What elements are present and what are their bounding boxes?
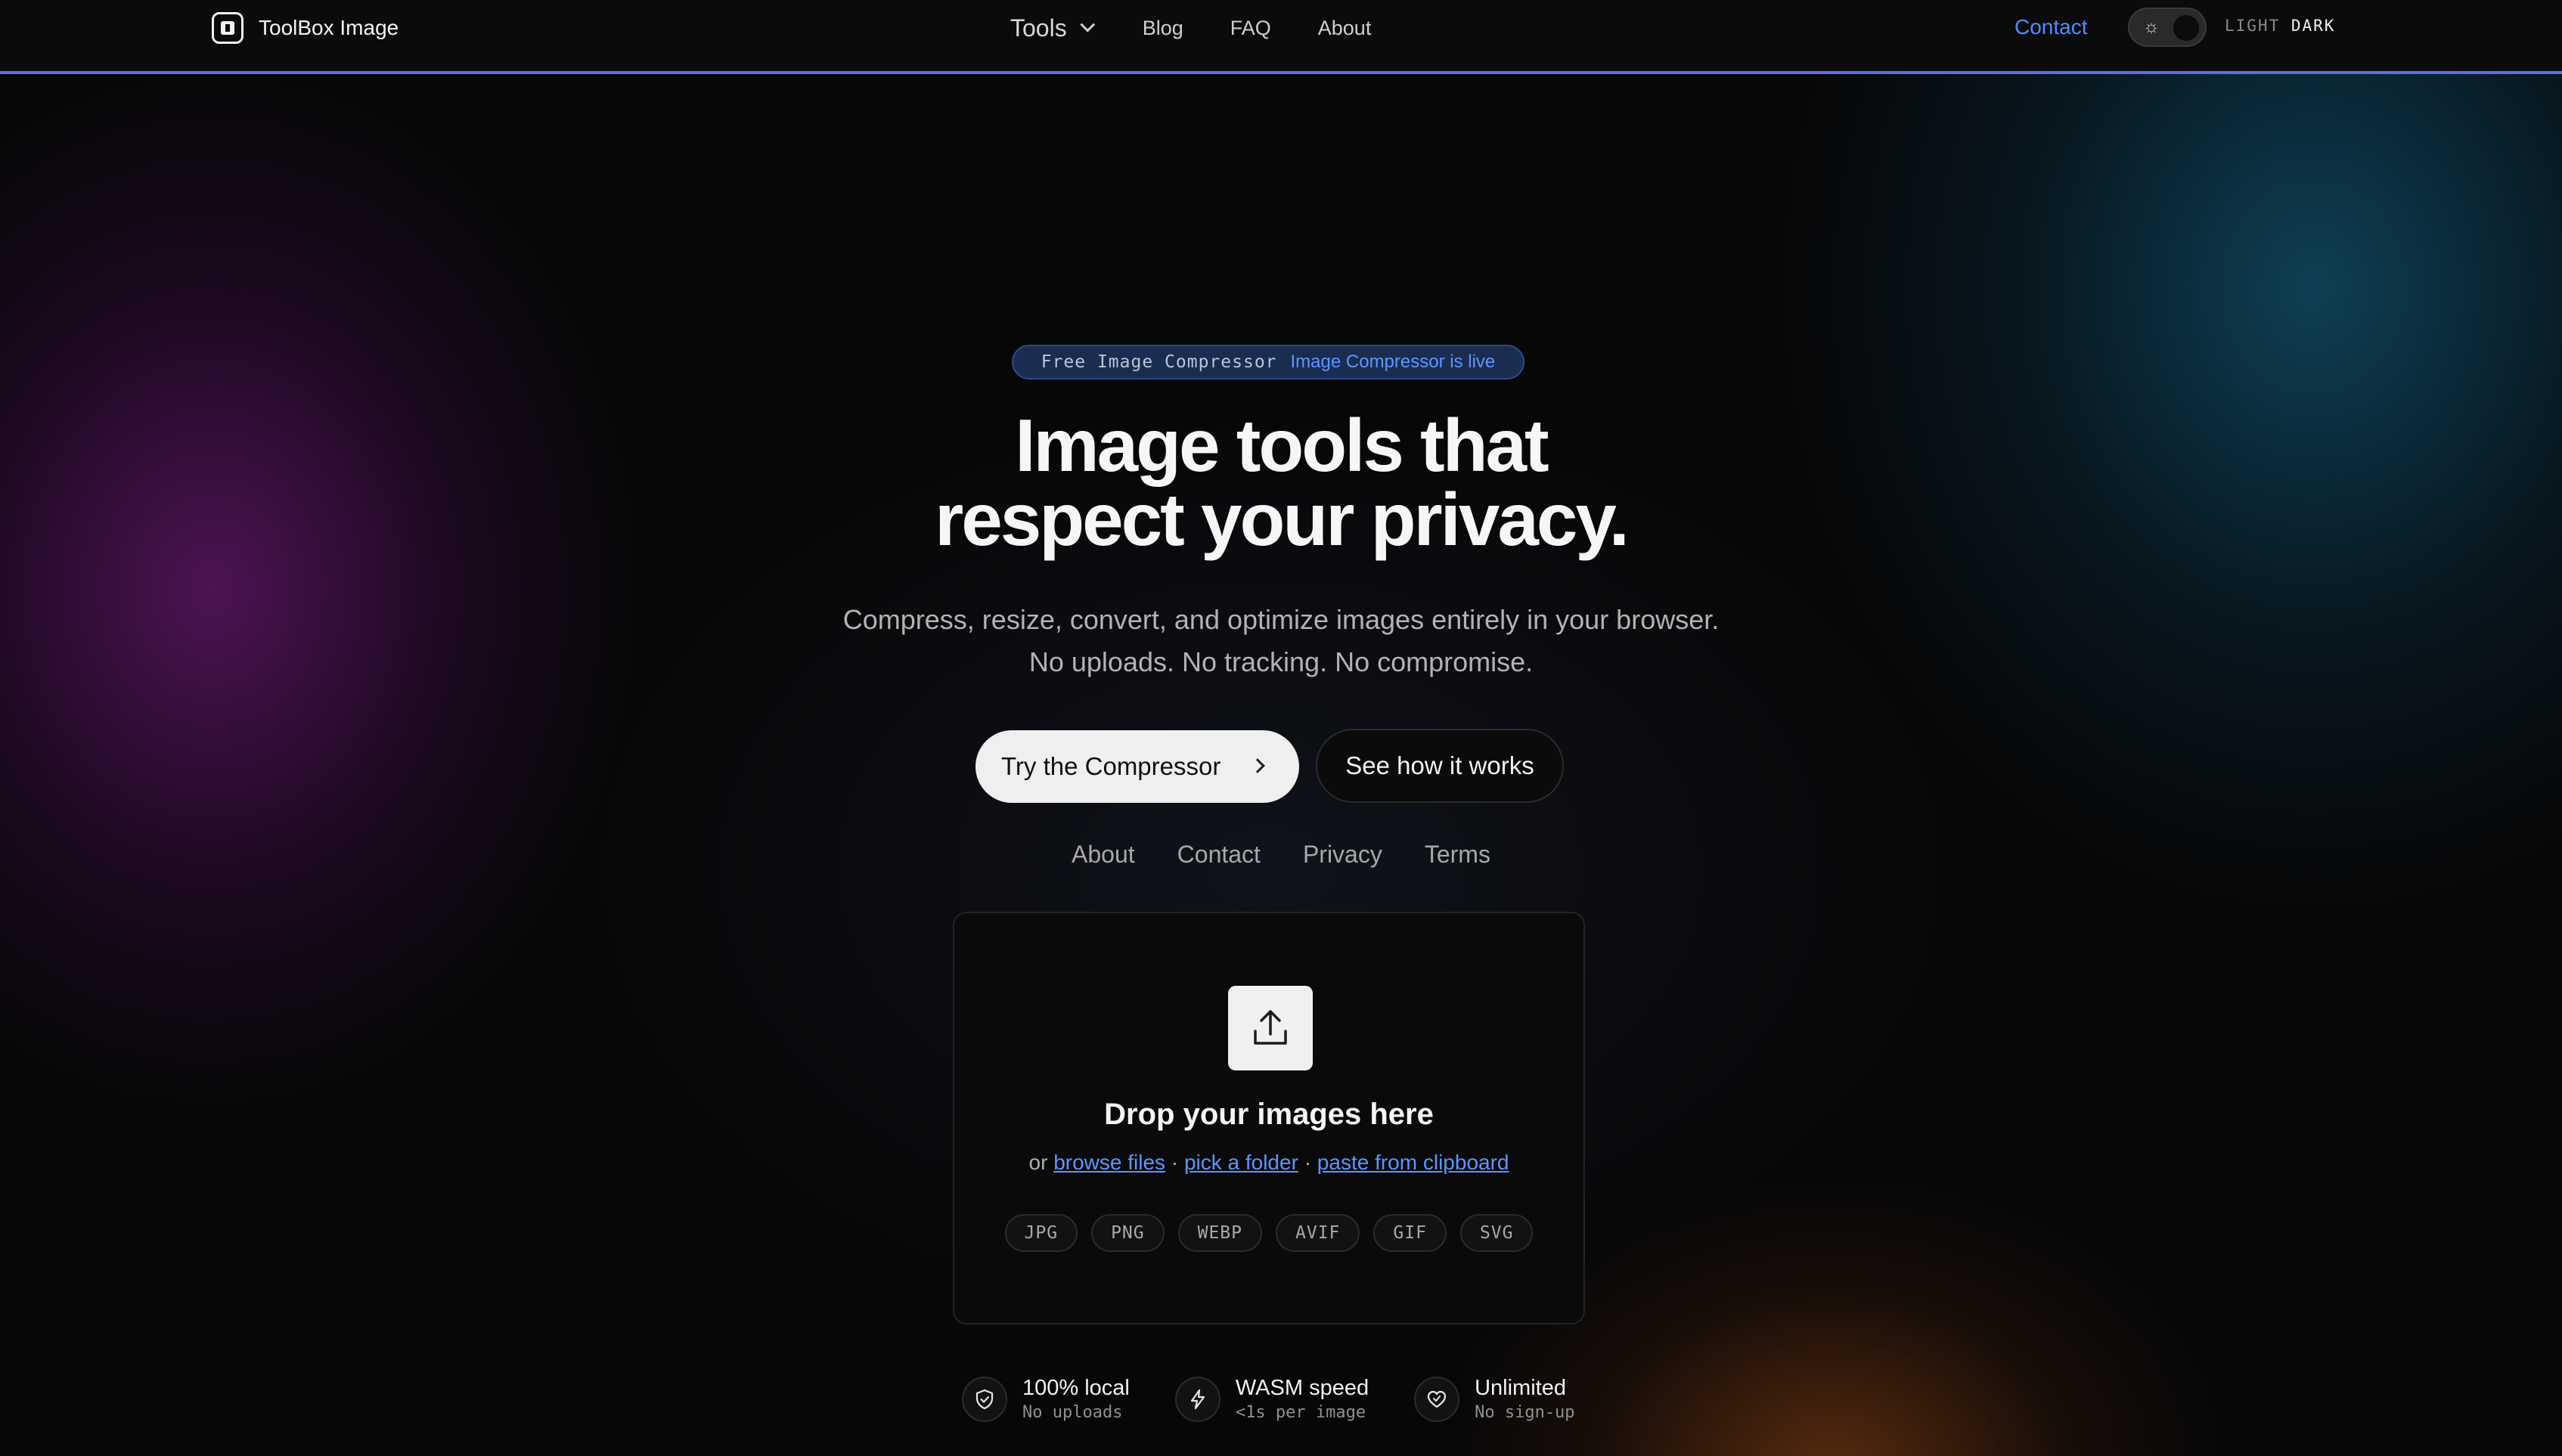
upload-icon[interactable] — [1228, 986, 1313, 1070]
theme-toggle[interactable]: ☼ — [2128, 8, 2207, 47]
main-menu: Tools Blog FAQ About — [1010, 11, 1418, 45]
feature-local: 100% local No uploads — [962, 1374, 1130, 1424]
dropzone-title: Drop your images here — [1104, 1098, 1434, 1131]
logo-icon — [212, 12, 243, 44]
toggle-knob — [2173, 15, 2199, 41]
link-contact[interactable]: Contact — [1177, 841, 1261, 869]
headline-line-1: Image tools that — [1015, 404, 1549, 487]
pill-tag: Free Image Compressor — [1041, 352, 1277, 372]
subtitle-line-2: No uploads. No tracking. No compromise. — [1028, 646, 1534, 677]
link-terms[interactable]: Terms — [1425, 841, 1490, 869]
see-how-label: See how it works — [1345, 751, 1534, 779]
tools-dropdown[interactable]: Tools — [1010, 14, 1095, 42]
tools-label: Tools — [1010, 14, 1067, 42]
feature-subtitle: <1s per image — [1235, 1403, 1366, 1422]
feature-subtitle: No uploads — [1022, 1403, 1123, 1422]
format-chip-avif: AVIF — [1276, 1214, 1360, 1252]
nav-link-faq[interactable]: FAQ — [1230, 17, 1271, 40]
mode-dark-label[interactable]: DARK — [2291, 17, 2336, 35]
announcement-pill[interactable]: Free Image Compressor Image Compressor i… — [1012, 345, 1524, 379]
paste-clipboard-link[interactable]: paste from clipboard — [1317, 1151, 1509, 1174]
nav-link-contact[interactable]: Contact — [2015, 15, 2088, 39]
feature-title: WASM speed — [1235, 1376, 1369, 1400]
separator: · — [1171, 1151, 1179, 1174]
shield-icon — [962, 1377, 1007, 1422]
feature-list: 100% local No uploads WASM speed <1s per… — [962, 1374, 1575, 1424]
feature-title: 100% local — [1022, 1376, 1130, 1400]
hero-subtitle: Compress, resize, convert, and optimize … — [0, 599, 2562, 683]
heart-icon — [1414, 1377, 1460, 1422]
hero-headline: Image tools that respect your privacy. — [0, 408, 2562, 556]
brand-name: ToolBox Image — [259, 16, 399, 39]
see-how-it-works-button[interactable]: See how it works — [1316, 729, 1564, 803]
try-compressor-button[interactable]: Try the Compressor — [975, 730, 1299, 803]
bolt-icon — [1174, 1377, 1221, 1422]
format-chip-gif: GIF — [1373, 1214, 1447, 1252]
format-chips: JPG PNG WEBP AVIF GIF SVG — [954, 1214, 1583, 1252]
feature-speed: WASM speed <1s per image — [1174, 1374, 1369, 1424]
dropzone-options: or browse files · pick a folder · paste … — [954, 1151, 1583, 1175]
image-dropzone[interactable]: Drop your images here or browse files · … — [953, 912, 1585, 1324]
try-compressor-label: Try the Compressor — [1001, 752, 1221, 780]
pick-folder-link[interactable]: pick a folder — [1184, 1151, 1298, 1174]
theme-mode-label: LIGHT DARK — [2225, 17, 2335, 35]
mode-light-label[interactable]: LIGHT — [2225, 17, 2280, 35]
format-chip-jpg: JPG — [1004, 1214, 1078, 1252]
dropzone-prefix: or — [1028, 1151, 1048, 1174]
nav-link-blog[interactable]: Blog — [1143, 17, 1183, 40]
chevron-down-icon — [1080, 17, 1095, 33]
subtitle-line-1: Compress, resize, convert, and optimize … — [842, 604, 1720, 635]
top-nav: ToolBox Image Tools Blog FAQ About Conta… — [0, 0, 2562, 74]
sun-icon: ☼ — [2143, 17, 2160, 37]
format-chip-png: PNG — [1091, 1214, 1165, 1252]
headline-line-2: respect your privacy. — [935, 478, 1630, 561]
nav-link-about[interactable]: About — [1318, 17, 1372, 40]
feature-title: Unlimited — [1475, 1376, 1566, 1400]
separator: · — [1304, 1151, 1312, 1174]
link-about[interactable]: About — [1072, 841, 1135, 869]
brand-logo[interactable]: ToolBox Image — [212, 12, 399, 44]
feature-unlimited: Unlimited No sign-up — [1414, 1374, 1575, 1424]
format-chip-webp: WEBP — [1177, 1214, 1262, 1252]
pill-text: Image Compressor is live — [1290, 352, 1496, 372]
format-chip-svg: SVG — [1459, 1214, 1534, 1252]
chevron-right-icon — [1250, 758, 1265, 773]
feature-subtitle: No sign-up — [1475, 1403, 1575, 1422]
browse-files-link[interactable]: browse files — [1053, 1151, 1165, 1174]
secondary-links: About Contact Privacy Terms — [0, 841, 2562, 869]
link-privacy[interactable]: Privacy — [1303, 841, 1382, 869]
